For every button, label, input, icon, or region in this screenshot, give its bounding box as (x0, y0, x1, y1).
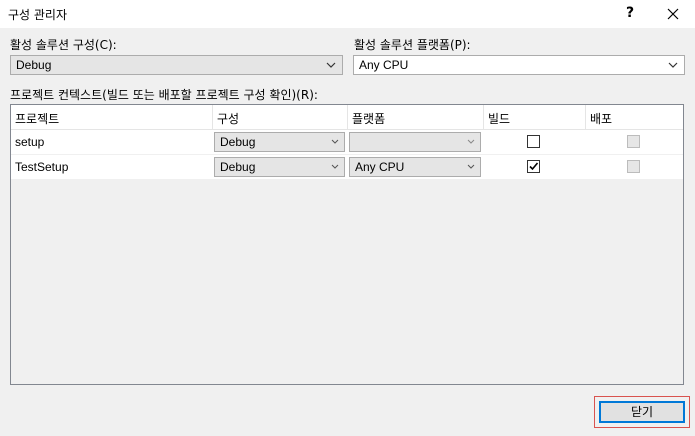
table-row: setup Debug (11, 130, 683, 154)
column-header-platform: 플랫폼 (352, 112, 386, 126)
column-header-config: 구성 (217, 112, 240, 126)
row-config-value: Debug (220, 135, 256, 149)
close-window-button[interactable] (652, 0, 695, 28)
row-platform-value: Any CPU (355, 160, 405, 174)
row-config-value: Debug (220, 160, 256, 174)
project-contexts-label: 프로젝트 컨텍스트(빌드 또는 배포할 프로젝트 구성 확인)(R): (10, 88, 318, 102)
row-config-dropdown[interactable]: Debug (214, 132, 345, 152)
deploy-checkbox (627, 135, 640, 148)
active-config-value: Debug (16, 58, 52, 72)
active-platform-value: Any CPU (359, 58, 409, 72)
deploy-checkbox (627, 160, 640, 173)
chevron-down-icon (331, 139, 339, 144)
active-platform-dropdown[interactable]: Any CPU (353, 55, 685, 75)
column-separator (483, 105, 484, 129)
column-separator (585, 105, 586, 129)
title-bar: 구성 관리자 ? (0, 0, 695, 28)
table-row: TestSetup Debug Any CPU (11, 155, 683, 179)
chevron-down-icon (331, 164, 339, 169)
build-checkbox[interactable] (527, 160, 540, 173)
close-button[interactable]: 닫기 (599, 401, 685, 423)
column-separator (212, 105, 213, 129)
active-config-label: 활성 솔루션 구성(C): (10, 38, 117, 52)
project-name: setup (15, 135, 45, 149)
chevron-down-icon (668, 62, 678, 68)
active-platform-label: 활성 솔루션 플랫폼(P): (354, 38, 471, 52)
grid-header: 프로젝트 구성 플랫폼 빌드 배포 (11, 105, 683, 130)
row-platform-dropdown[interactable] (349, 132, 481, 152)
chevron-down-icon (326, 62, 336, 68)
row-config-dropdown[interactable]: Debug (214, 157, 345, 177)
project-contexts-grid: 프로젝트 구성 플랫폼 빌드 배포 setup Debug TestSetup (10, 104, 684, 385)
column-header-build: 빌드 (488, 112, 511, 126)
project-name: TestSetup (15, 160, 69, 174)
close-icon (667, 8, 679, 20)
chevron-down-icon (467, 139, 475, 144)
dialog-title: 구성 관리자 (8, 8, 68, 22)
column-header-project: 프로젝트 (15, 112, 60, 126)
chevron-down-icon (467, 164, 475, 169)
active-config-dropdown[interactable]: Debug (10, 55, 343, 75)
row-platform-dropdown[interactable]: Any CPU (349, 157, 481, 177)
column-separator (347, 105, 348, 129)
column-header-deploy: 배포 (590, 112, 613, 126)
close-button-highlight: 닫기 (594, 396, 690, 428)
help-button[interactable]: ? (610, 0, 650, 28)
build-checkbox[interactable] (527, 135, 540, 148)
check-icon (529, 162, 539, 171)
